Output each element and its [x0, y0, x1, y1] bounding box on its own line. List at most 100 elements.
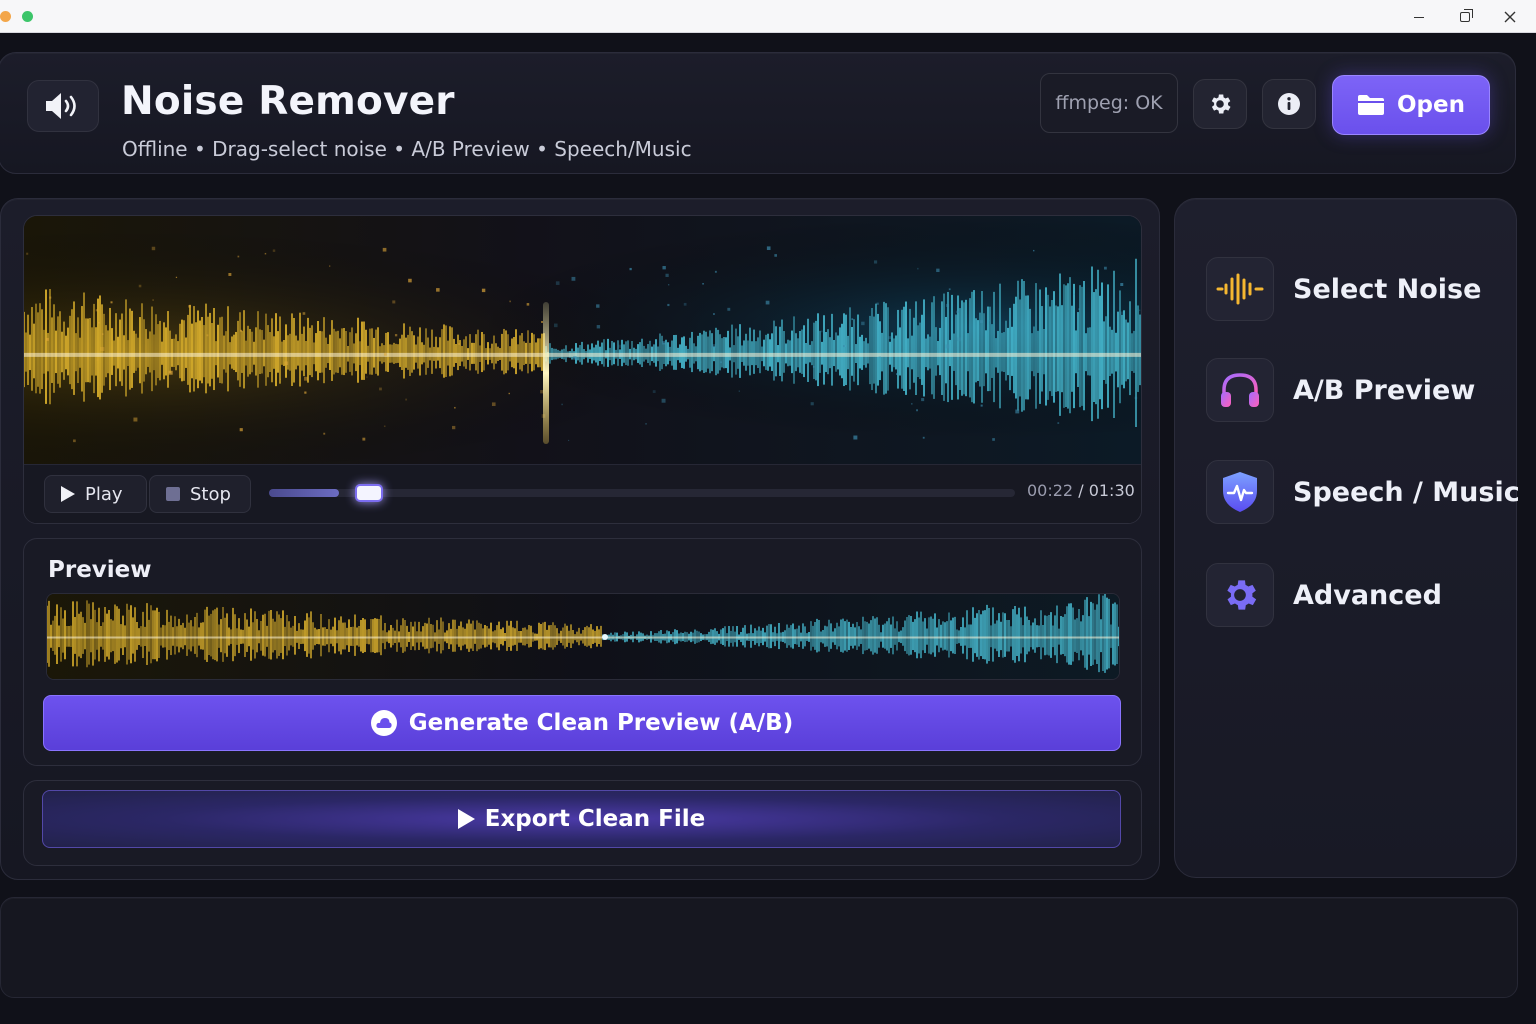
seek-slider-thumb[interactable]	[355, 484, 383, 502]
export-button[interactable]: Export Clean File	[42, 790, 1121, 848]
generate-preview-button[interactable]: Generate Clean Preview (A/B)	[43, 695, 1121, 751]
stop-button[interactable]: Stop	[149, 475, 251, 513]
waveform-particle	[49, 296, 52, 299]
waveform-particle	[392, 300, 396, 304]
waveform-particle	[668, 284, 670, 286]
export-play-icon	[457, 809, 475, 829]
waveform-particle	[555, 281, 560, 285]
waveform-particle	[175, 276, 178, 279]
info-icon	[1278, 93, 1300, 115]
waveform-particle	[945, 303, 950, 308]
waveform-particle	[168, 370, 173, 375]
waveform-particle	[711, 344, 716, 348]
speaker-icon	[27, 80, 99, 132]
waveform-particle	[921, 398, 925, 402]
waveform-particle	[683, 302, 687, 306]
play-icon	[61, 486, 75, 502]
waveform-particle	[561, 403, 563, 406]
waveform-particle	[812, 365, 815, 368]
open-button[interactable]: Open	[1332, 75, 1490, 135]
waveform-particle	[948, 288, 951, 291]
waveform-particle	[240, 329, 242, 332]
waveform-particle	[509, 300, 511, 303]
waveform-particle	[96, 359, 99, 362]
sidebar-item-ab-preview[interactable]: A/B Preview	[1206, 355, 1516, 425]
shield-pulse-icon	[1206, 460, 1274, 524]
waveform-particle	[329, 265, 331, 267]
waveform-particle	[702, 283, 704, 285]
waveform-particle	[302, 312, 306, 315]
waveform-particle	[366, 376, 368, 378]
waveform-particle	[936, 268, 940, 273]
waveform-particle	[379, 387, 382, 391]
seek-slider[interactable]	[269, 484, 1015, 502]
waveform-particle	[408, 278, 412, 283]
cloud-icon	[370, 710, 397, 736]
waveform-particle	[853, 435, 858, 440]
waveform-particle	[851, 318, 854, 321]
waveform-particle	[1134, 396, 1138, 400]
play-button[interactable]: Play	[44, 475, 147, 513]
waveform-particle	[73, 439, 76, 443]
time-readout: 00:22 / 01:30	[1027, 481, 1135, 500]
waveform-particle	[508, 392, 510, 395]
waveform-particle	[1057, 422, 1060, 424]
waveform-particle	[541, 321, 543, 323]
waveform-particle	[992, 438, 995, 441]
waveform-particle	[323, 432, 326, 435]
waveform-particle	[138, 284, 142, 288]
waveform-particle	[662, 266, 666, 270]
waveform-particle	[206, 334, 209, 337]
selection-cursor[interactable]	[543, 302, 549, 444]
generate-preview-label: Generate Clean Preview (A/B)	[408, 710, 794, 736]
current-time: 00:22	[1027, 481, 1074, 500]
waveform-particle	[454, 406, 456, 409]
minimize-icon[interactable]	[1396, 0, 1442, 33]
waveform-particle	[97, 322, 100, 324]
waveform-particle	[945, 344, 950, 349]
preview-title: Preview	[48, 557, 152, 583]
info-button[interactable]	[1262, 79, 1316, 129]
waveform-centerline	[47, 636, 1119, 639]
main-waveform[interactable]	[24, 216, 1142, 464]
waveform-particle	[573, 356, 577, 360]
waveform-particle	[188, 305, 191, 308]
sidebar-item-advanced[interactable]: Advanced	[1206, 560, 1516, 630]
window-dot-green[interactable]	[22, 11, 33, 22]
close-icon[interactable]	[1487, 0, 1533, 33]
waveform-particle	[481, 288, 486, 293]
headphones-icon	[1206, 358, 1274, 422]
waveform-particle	[911, 403, 913, 405]
waveform-particle	[667, 303, 670, 307]
waveform-particle	[1104, 266, 1107, 270]
window-titlebar	[0, 0, 1536, 33]
waveform-particle	[26, 252, 29, 255]
waveform-particle	[888, 336, 891, 340]
export-card: Export Clean File	[23, 780, 1142, 866]
maximize-icon[interactable]	[1442, 0, 1488, 33]
waveform-particle	[765, 300, 770, 305]
sidebar-item-select-noise[interactable]: Select Noise	[1206, 254, 1516, 324]
sidebar-item-speech-music[interactable]: Speech / Music	[1206, 457, 1520, 527]
sidebar-item-label: Select Noise	[1293, 273, 1482, 305]
open-button-label: Open	[1397, 92, 1465, 118]
stop-button-label: Stop	[190, 483, 231, 505]
waveform-particle	[922, 436, 925, 439]
waveform-particle	[491, 402, 496, 407]
waveform-editor: Play Stop 00:22 / 01:30	[23, 215, 1142, 524]
waveform-particle	[553, 323, 558, 328]
settings-button[interactable]	[1193, 79, 1247, 129]
waveform-particle	[304, 376, 308, 381]
waveform-icon	[1206, 257, 1274, 321]
window-dot-orange[interactable]	[0, 11, 11, 22]
waveform-particle	[272, 249, 276, 252]
gear-icon	[1211, 94, 1231, 114]
waveform-particle	[774, 254, 777, 257]
waveform-particle	[1078, 308, 1081, 311]
waveform-particle	[304, 391, 307, 394]
preview-waveform[interactable]	[46, 593, 1120, 680]
waveform-particle	[279, 378, 281, 380]
waveform-particle	[979, 320, 983, 324]
play-button-label: Play	[85, 483, 123, 505]
ffmpeg-status-badge: ffmpeg: OK	[1040, 73, 1178, 133]
